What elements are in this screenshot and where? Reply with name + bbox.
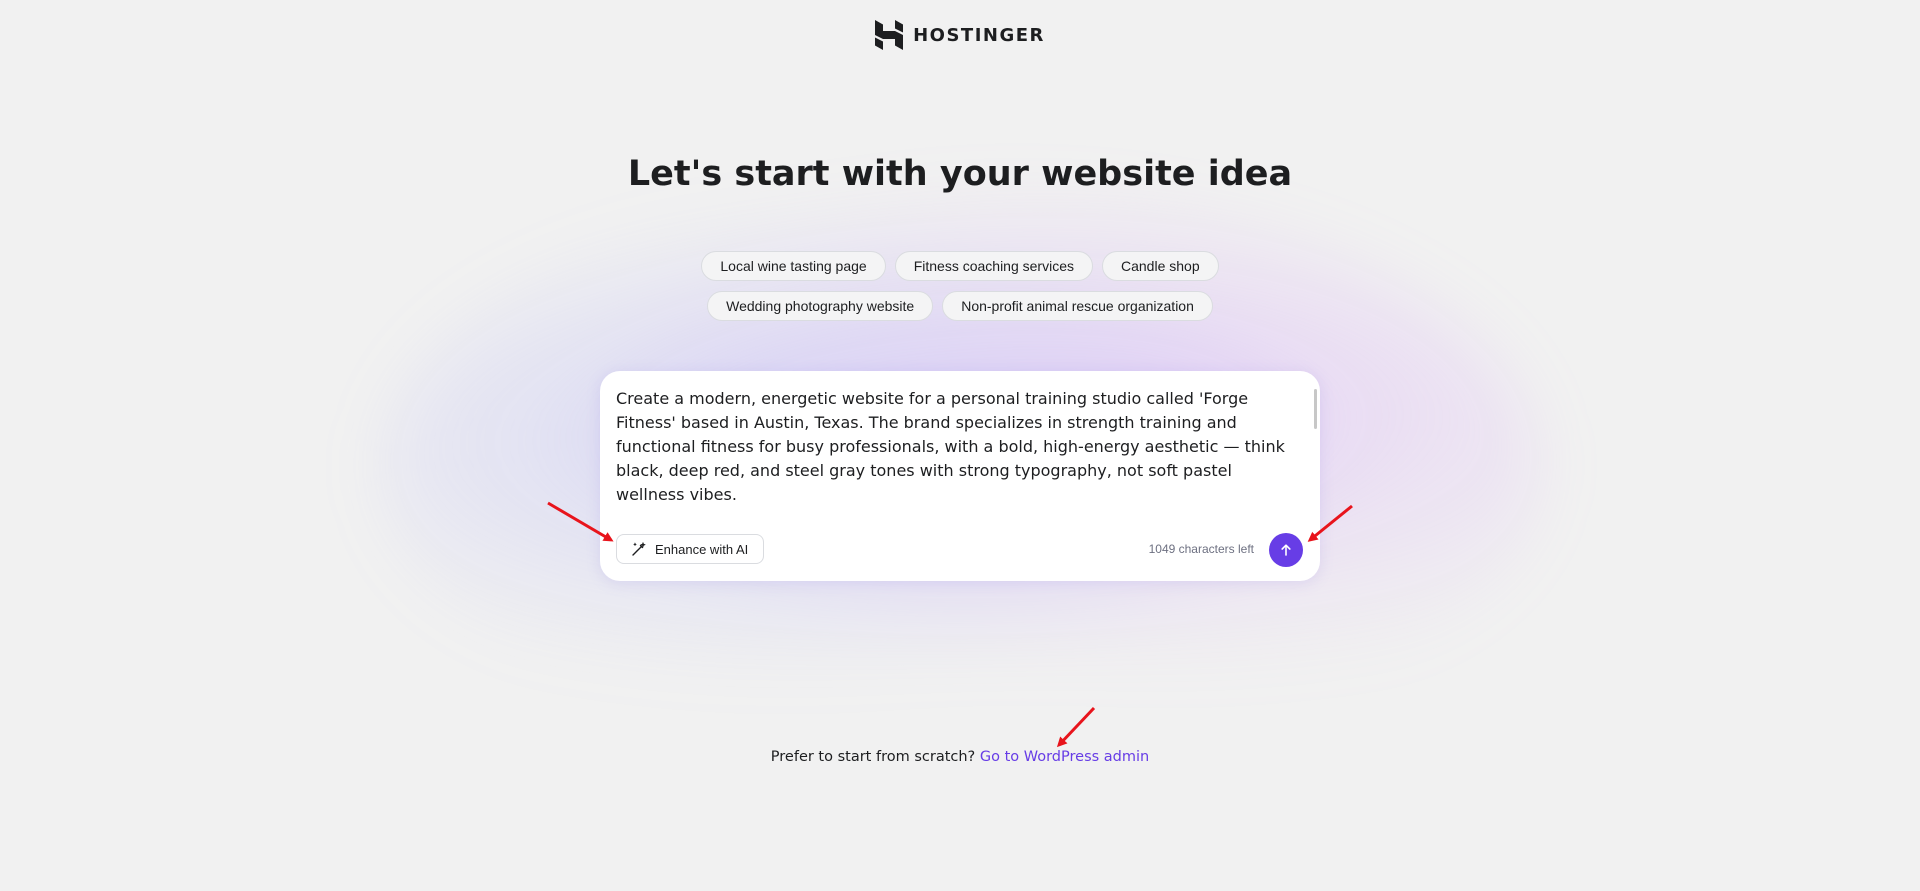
enhance-with-ai-button[interactable]: Enhance with AI bbox=[616, 534, 765, 564]
annotation-arrow-wordpress bbox=[1056, 706, 1096, 748]
arrow-up-icon bbox=[1281, 544, 1291, 556]
suggestion-chip-animal-rescue[interactable]: Non-profit animal rescue organization bbox=[942, 291, 1213, 321]
prompt-scrollbar[interactable] bbox=[1314, 389, 1317, 429]
suggestion-row-2: Wedding photography website Non-profit a… bbox=[0, 291, 1920, 321]
magic-wand-icon bbox=[632, 542, 646, 556]
wordpress-admin-link[interactable]: Go to WordPress admin bbox=[980, 749, 1149, 765]
footer-text: Prefer to start from scratch? bbox=[770, 749, 976, 765]
suggestion-chip-fitness[interactable]: Fitness coaching services bbox=[894, 251, 1093, 281]
footer-prompt: Prefer to start from scratch? Go to Word… bbox=[0, 749, 1920, 765]
suggestion-row-1: Local wine tasting page Fitness coaching… bbox=[0, 251, 1920, 281]
prompt-card: Create a modern, energetic website for a… bbox=[600, 371, 1320, 581]
brand-name: HOSTINGER bbox=[913, 24, 1045, 46]
brand-logo: HOSTINGER bbox=[0, 20, 1920, 50]
prompt-textarea[interactable]: Create a modern, energetic website for a… bbox=[616, 387, 1292, 517]
hostinger-h-icon bbox=[875, 20, 904, 50]
characters-left-counter: 1049 characters left bbox=[1148, 542, 1254, 556]
suggestion-chip-candle[interactable]: Candle shop bbox=[1102, 251, 1219, 281]
suggestion-chip-wine[interactable]: Local wine tasting page bbox=[701, 251, 886, 281]
enhance-with-ai-label: Enhance with AI bbox=[655, 541, 749, 557]
suggestion-chip-wedding[interactable]: Wedding photography website bbox=[707, 291, 934, 321]
submit-button[interactable] bbox=[1269, 533, 1303, 567]
page: HOSTINGER Let's start with your website … bbox=[0, 0, 1920, 891]
page-title: Let's start with your website idea bbox=[627, 154, 1293, 194]
